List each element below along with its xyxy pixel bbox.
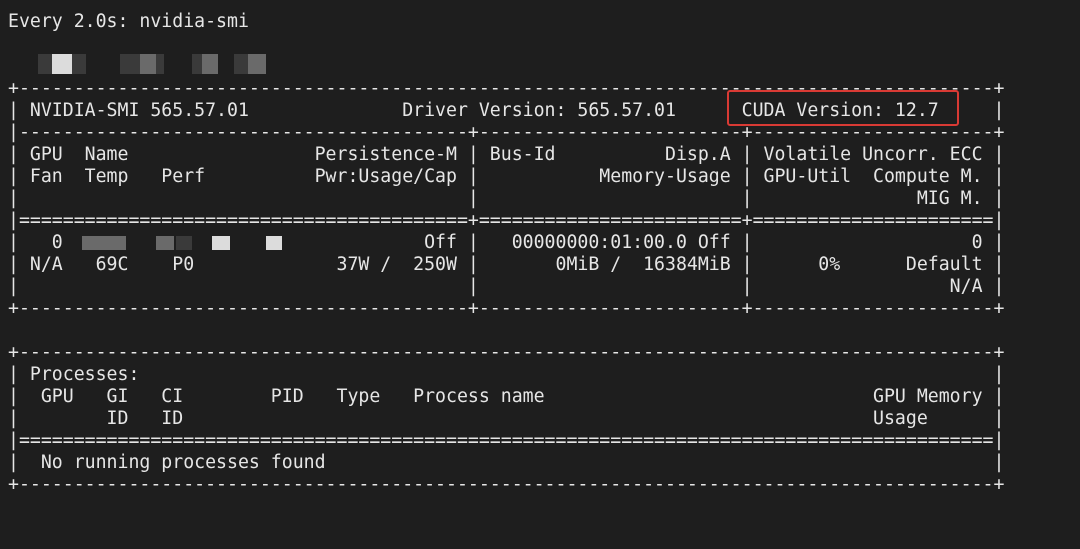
redacted-gpu-name [8, 236, 308, 252]
watch-header: Every 2.0s: nvidia-smi [8, 11, 249, 32]
header-row-1: | GPU Name Persistence-M | Bus-Id Disp.A… [8, 144, 1005, 165]
processes-title: | Processes: | [8, 364, 1005, 385]
processes-header-1: | GPU GI CI PID Type Process name GPU Me… [8, 386, 1005, 407]
cuda-version-highlight [727, 90, 959, 126]
redacted-hostname [8, 54, 308, 74]
header-row-3: | | | MIG M. | [8, 188, 1005, 209]
border-bottom: +---------------------------------------… [8, 298, 1005, 319]
gpu-row-3: | | | N/A | [8, 276, 1005, 297]
processes-header-2: | ID ID Usage | [8, 408, 1005, 429]
processes-divider: |=======================================… [8, 430, 1005, 451]
header-row-2: | Fan Temp Perf Pwr:Usage/Cap | Memory-U… [8, 166, 1005, 187]
gpu-row-2: | N/A 69C P0 37W / 250W | 0MiB / 16384Mi… [8, 254, 1005, 275]
header-divider: |=======================================… [8, 210, 1005, 231]
processes-border-top: +---------------------------------------… [8, 342, 1005, 363]
terminal-window[interactable]: Every 2.0s: nvidia-smi +----------------… [8, 0, 1072, 549]
processes-border-bottom: +---------------------------------------… [8, 474, 1005, 495]
no-processes-message: | No running processes found | [8, 452, 1005, 473]
